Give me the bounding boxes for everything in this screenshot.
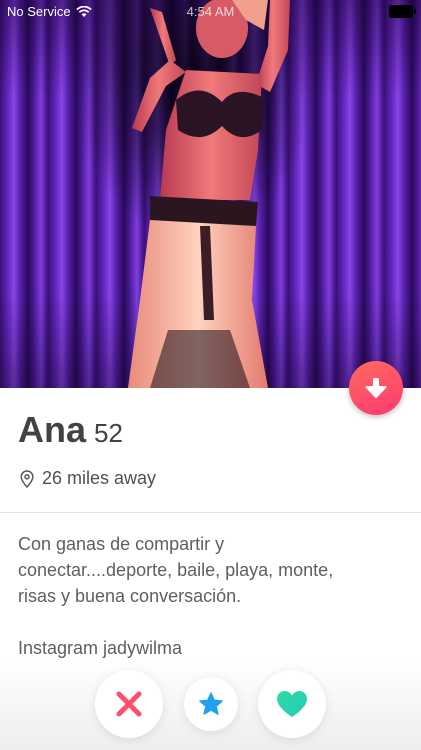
collapse-profile-button[interactable] [349,361,403,415]
status-bar: No Service 4:54 AM [0,0,421,22]
profile-bio: Con ganas de compartir y conectar....dep… [18,534,334,606]
profile-name: Ana [18,409,87,450]
close-icon [116,691,142,717]
heart-icon [277,691,307,717]
action-bar [0,660,421,750]
status-time: 4:54 AM [186,4,235,19]
dancer-figure [128,0,290,388]
divider [0,512,421,513]
super-like-button[interactable] [184,677,238,731]
star-icon [199,692,223,715]
distance-text: 26 miles away [42,468,157,488]
name-row: Ana 52 [18,409,123,451]
profile-photo[interactable] [0,0,421,388]
location-pin-icon [20,469,34,488]
profile-age: 52 [94,418,123,448]
nope-button[interactable] [95,670,163,738]
like-button[interactable] [258,670,326,738]
distance-row: 26 miles away [20,468,156,489]
instagram-handle: Instagram jadywilma [18,638,183,658]
battery-icon [389,5,416,18]
arrow-down-icon [365,378,387,398]
